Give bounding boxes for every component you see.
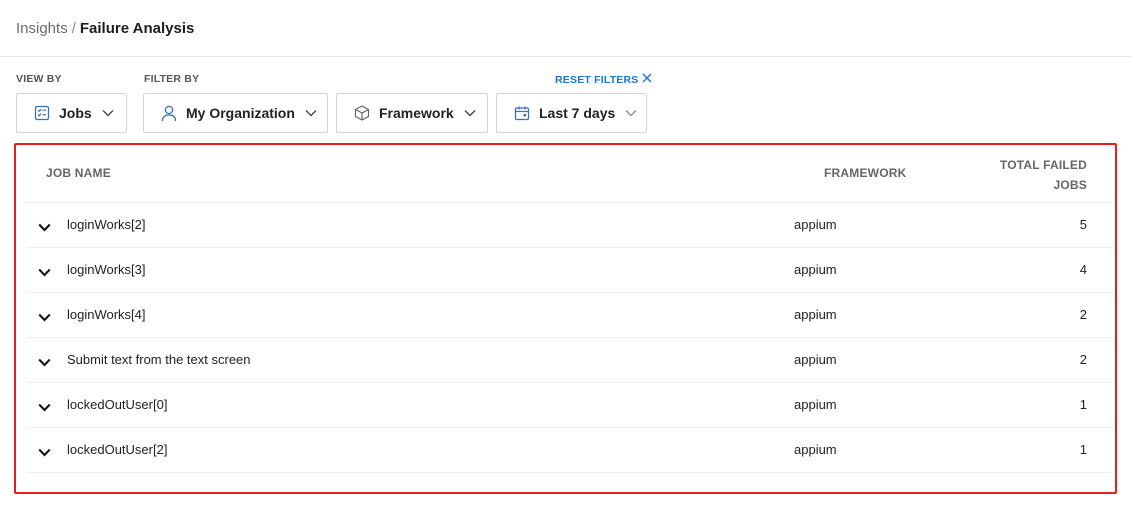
page-title: Failure Analysis	[79, 20, 195, 37]
job-name: loginWorks[2]	[67, 217, 146, 232]
table-row[interactable]: Submit text from the text screen appium …	[26, 338, 1113, 383]
chevron-down-icon[interactable]	[38, 399, 51, 417]
table-row[interactable]: lockedOutUser[0] appium 1	[26, 383, 1113, 428]
cube-icon	[353, 104, 371, 122]
job-name: Submit text from the text screen	[67, 352, 251, 367]
table-row[interactable]: loginWorks[2] appium 5	[26, 203, 1113, 248]
table-row[interactable]: lockedOutUser[2] appium 1	[26, 428, 1113, 473]
job-total-failed: 5	[1079, 217, 1087, 232]
chevron-down-icon[interactable]	[38, 264, 51, 282]
calendar-icon	[513, 104, 531, 122]
job-framework: appium	[794, 262, 837, 277]
chevron-down-icon	[464, 109, 476, 117]
chevron-down-icon	[625, 109, 637, 117]
reset-filters-label: RESET FILTERS	[555, 73, 639, 86]
column-header-total-failed-line1: TOTAL FAILED	[999, 158, 1087, 172]
job-total-failed: 4	[1079, 262, 1087, 277]
chevron-down-icon	[305, 109, 317, 117]
close-icon	[642, 73, 652, 86]
job-total-failed: 2	[1079, 352, 1087, 367]
job-name: lockedOutUser[0]	[67, 397, 168, 412]
chevron-down-icon[interactable]	[38, 354, 51, 372]
job-framework: appium	[794, 442, 837, 457]
job-total-failed: 1	[1079, 442, 1087, 457]
organization-value: My Organization	[186, 105, 295, 121]
job-framework: appium	[794, 307, 837, 322]
breadcrumb-separator: /	[71, 20, 76, 37]
user-icon	[160, 104, 178, 122]
filter-by-label: FILTER BY	[144, 73, 200, 85]
chevron-down-icon[interactable]	[38, 444, 51, 462]
column-header-total-failed[interactable]: TOTAL FAILED JOBS	[960, 155, 1087, 195]
framework-value: Framework	[379, 105, 454, 121]
job-framework: appium	[794, 217, 837, 232]
framework-dropdown[interactable]: Framework	[336, 93, 488, 133]
date-range-value: Last 7 days	[539, 105, 616, 121]
job-framework: appium	[794, 397, 837, 412]
header-divider	[0, 56, 1131, 57]
view-by-label: VIEW BY	[16, 73, 62, 85]
column-header-total-failed-line2: JOBS	[1053, 178, 1087, 192]
organization-dropdown[interactable]: My Organization	[143, 93, 328, 133]
breadcrumb: Insights / Failure Analysis	[16, 19, 194, 39]
view-by-dropdown[interactable]: Jobs	[16, 93, 127, 133]
chevron-down-icon	[102, 109, 114, 117]
chevron-down-icon[interactable]	[38, 309, 51, 327]
job-total-failed: 1	[1079, 397, 1087, 412]
breadcrumb-insights-link[interactable]: Insights	[16, 20, 68, 37]
table-row[interactable]: loginWorks[3] appium 4	[26, 248, 1113, 293]
list-icon	[33, 104, 51, 122]
column-header-job-name[interactable]: JOB NAME	[46, 166, 111, 180]
job-total-failed: 2	[1079, 307, 1087, 322]
table-row[interactable]: loginWorks[4] appium 2	[26, 293, 1113, 338]
column-header-framework[interactable]: FRAMEWORK	[824, 166, 906, 180]
reset-filters-button[interactable]: RESET FILTERS	[555, 73, 652, 86]
chevron-down-icon[interactable]	[38, 219, 51, 237]
job-framework: appium	[794, 352, 837, 367]
view-by-value: Jobs	[59, 105, 92, 121]
date-range-dropdown[interactable]: Last 7 days	[496, 93, 647, 133]
job-name: lockedOutUser[2]	[67, 442, 168, 457]
job-name: loginWorks[4]	[67, 307, 146, 322]
job-name: loginWorks[3]	[67, 262, 146, 277]
